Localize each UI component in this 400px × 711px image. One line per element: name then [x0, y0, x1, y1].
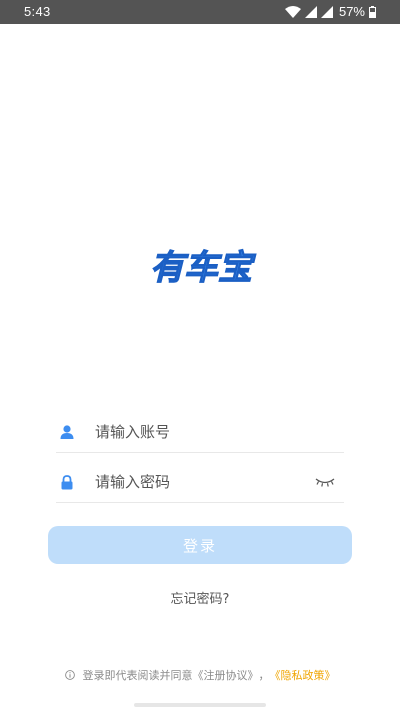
- password-row: [56, 462, 344, 503]
- logo-text: 有车宝: [150, 248, 256, 288]
- wifi-icon: [284, 5, 301, 18]
- gesture-nav-handle[interactable]: [134, 703, 266, 707]
- lock-icon: [60, 472, 86, 492]
- eye-closed-icon[interactable]: [314, 474, 336, 488]
- agreement-separator: ，: [258, 669, 270, 682]
- terms-link[interactable]: 《注册协议》: [193, 667, 259, 683]
- info-icon: [64, 670, 75, 680]
- password-input[interactable]: [95, 473, 305, 491]
- login-page: 5:43 57% 有车宝 请输入账号 登录 忘记密码? 登录即代表阅读并同意 《…: [0, 0, 400, 711]
- agreement-notice: 登录即代表阅读并同意 《注册协议》 ， 《隐私政策》: [0, 667, 400, 683]
- user-icon: [60, 422, 86, 442]
- login-button[interactable]: 登录: [48, 526, 352, 564]
- status-time: 5:43: [24, 4, 51, 19]
- account-input[interactable]: [95, 423, 305, 441]
- status-indicators: 57%: [284, 4, 376, 19]
- account-row: [56, 412, 344, 453]
- battery-icon: [369, 5, 376, 18]
- forgot-password-link[interactable]: 忘记密码?: [0, 588, 400, 607]
- status-bar: 5:43 57%: [0, 0, 400, 24]
- signal-icon: [320, 5, 333, 18]
- battery-percentage: 57%: [338, 4, 365, 19]
- privacy-link[interactable]: 《隐私政策》: [270, 667, 336, 683]
- agreement-prefix: 登录即代表阅读并同意: [82, 669, 193, 682]
- signal-icon: [304, 5, 317, 18]
- app-logo: 有车宝: [134, 242, 268, 290]
